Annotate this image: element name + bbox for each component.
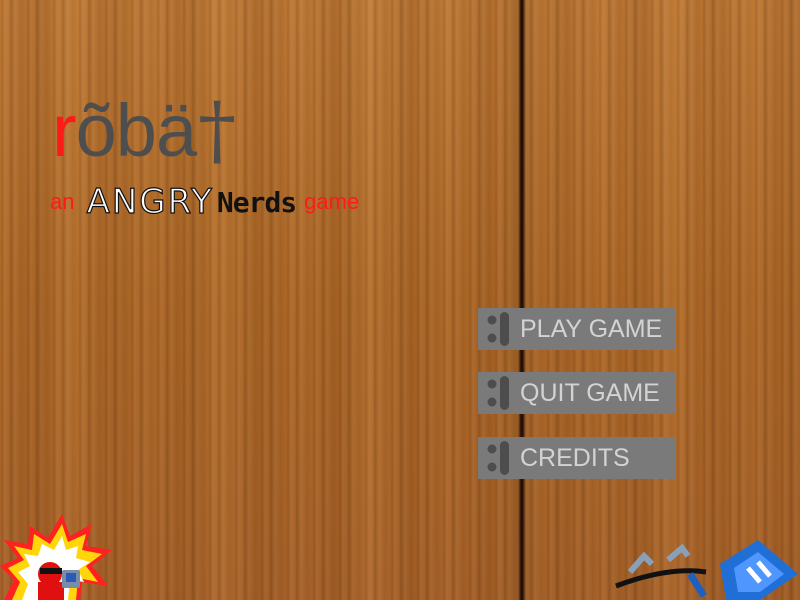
angry-nerd-explosion-logo-icon — [0, 514, 112, 600]
credits-button[interactable]: CREDITS — [478, 437, 676, 479]
quit-game-button[interactable]: QUIT GAME — [478, 372, 676, 414]
subtitle-suffix: game — [304, 189, 360, 214]
hinge-icon — [487, 441, 509, 475]
play-game-button[interactable]: PLAY GAME — [478, 308, 676, 350]
game-subtitle: an ANGRY Nerds game — [50, 178, 360, 222]
quit-game-label: QUIT GAME — [520, 379, 660, 407]
play-game-label: PLAY GAME — [520, 315, 663, 343]
title-screen: rõbä† an ANGRY Nerds game PLAY GAME QUIT G… — [0, 0, 800, 600]
blue-badge-logo-icon — [615, 540, 798, 600]
studio-name-nerds: Nerds — [216, 186, 297, 219]
studio-name-angry: ANGRY — [86, 181, 214, 222]
credits-label: CREDITS — [520, 444, 630, 472]
game-title: rõbä† — [52, 85, 236, 174]
hinge-icon — [487, 376, 509, 410]
title-main-text: õbä — [75, 89, 197, 172]
hinge-icon — [487, 312, 509, 346]
title-cross-glyph: † — [198, 85, 236, 174]
title-first-letter: r — [52, 89, 77, 172]
wood-seam — [518, 0, 526, 600]
subtitle-prefix: an — [50, 189, 75, 214]
